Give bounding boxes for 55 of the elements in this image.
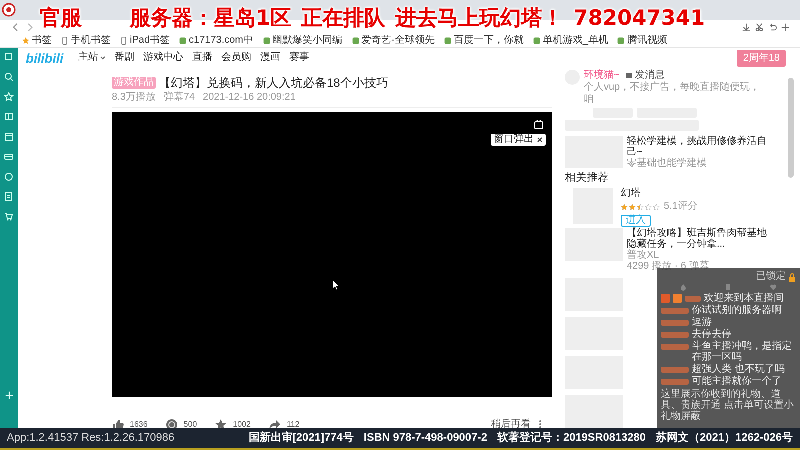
license-text: 软著登记号：2019SR0813280 (497, 430, 646, 446)
overlay-banner-text: 782047341 (574, 6, 706, 30)
game-rating: 5.1评分 (664, 201, 698, 213)
video-author: 普攻XL (627, 250, 660, 261)
chat-message: 斗鱼主播冲鸭，是指定在那一区吗 (692, 341, 793, 363)
nav-link[interactable]: 番剧 (114, 53, 135, 63)
category-tag: 游戏作品 (112, 77, 156, 89)
license-text: ISBN 978-7-498-09007-2 (364, 430, 488, 446)
overlay-banner-text: 正在排队 (302, 6, 386, 30)
nav-link[interactable]: 直播 (192, 53, 213, 63)
ad-title[interactable]: 轻松学建模，挑战用修修养活自己~ (627, 136, 770, 158)
video-meta: 2021-12-16 20:09:21 (203, 92, 296, 104)
bookmark-link[interactable]: 爱奇艺-全球领先 (362, 35, 435, 47)
nav-link[interactable]: 漫画 (260, 53, 281, 63)
chat-message: 可能主播就你一个了 (692, 376, 782, 387)
bookmark-link[interactable]: 幽默爆笑小同编 (272, 35, 342, 47)
action-count: 1002 (233, 418, 251, 430)
nav-link[interactable]: 主站 (78, 53, 106, 63)
video-link[interactable]: 【幻塔攻略】班吉斯鲁肉帮基地隐藏任务，一分钟拿... (627, 228, 770, 250)
overlay-banner-text: 服务器：星岛1区 (130, 6, 292, 30)
chat-message: 逗游 (692, 317, 712, 328)
chat-system-note: 这里展示你收到的礼物、道具、贵族开通 点击单可设置小礼物屏蔽 (661, 389, 795, 422)
lock-label[interactable]: 已锁定 (756, 271, 786, 283)
section-heading: 相关推荐 (565, 172, 610, 185)
action-count: 112 (286, 418, 300, 430)
popout-button[interactable]: 窗口弹出 (491, 134, 546, 146)
message-link[interactable]: 发消息 (626, 70, 665, 82)
nav-link[interactable]: 游戏中心 (144, 53, 184, 63)
bookmark-link[interactable]: iPad书签 (130, 35, 170, 47)
chat-message: 去停去停 (692, 329, 732, 340)
video-title: 【幻塔】兑换码，新人入坑必备18个小技巧 (159, 76, 388, 90)
bookmark-link[interactable]: c17173.com中 (189, 35, 254, 47)
license-text: 国新出审[2021]774号 (248, 430, 354, 446)
bookmark-link[interactable]: 单机游戏_单机 (542, 35, 608, 47)
action-count: 1636 (130, 418, 148, 430)
watch-later-link[interactable]: 稍后再看 (491, 417, 531, 432)
nav-link[interactable]: 会员购 (222, 53, 252, 63)
license-text: 苏网文（2021）1262-026号 (656, 430, 793, 446)
version-text: App:1.2.41537 Res:1.2.26.170986 (7, 430, 175, 446)
bookmark-link[interactable]: 腾讯视频 (627, 35, 668, 47)
chat-message: 欢迎来到本直播间 (704, 293, 784, 304)
game-name[interactable]: 幻塔 (621, 188, 698, 200)
bookmark-link[interactable]: 书签 (32, 35, 52, 47)
chat-message: 你试试别的服务器啊 (692, 305, 782, 316)
video-player[interactable]: 窗口弹出 (112, 112, 552, 397)
video-meta: 8.3万播放 (112, 92, 156, 104)
bookmark-link[interactable]: 手机书签 (71, 35, 111, 47)
action-count: 500 (184, 418, 198, 430)
nav-link[interactable]: 赛事 (290, 53, 310, 63)
overlay-banner-text: 进去马上玩幻塔！ (396, 6, 564, 30)
ad-source: 零基础也能学建模 (627, 158, 708, 169)
chat-message: 超强人类 也不玩了吗 (692, 364, 785, 375)
uploader-bio: 个人vup，不接广告，每晚直播随便玩，咱 (584, 82, 762, 106)
overlay-banner-text: 官服 (40, 6, 82, 30)
video-meta: 弹幕74 (164, 92, 196, 104)
